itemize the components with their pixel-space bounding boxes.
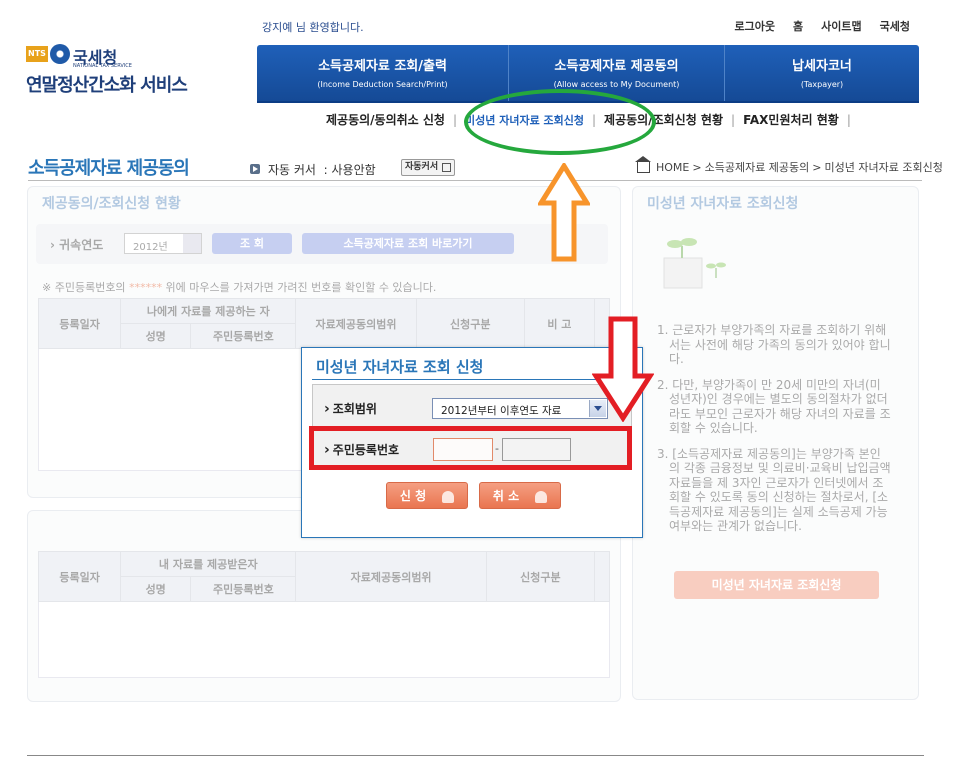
welcome-message: 강지예 님 환영합니다. — [262, 21, 364, 34]
logo-org-english: NATIONAL TAX SERVICE — [73, 63, 132, 69]
col-group: 나에게 자료를 제공하는 자 — [120, 298, 297, 324]
col-type: 신청구분 — [415, 298, 525, 349]
apply-button-label: 신 청 — [399, 489, 427, 503]
year-filter-label: › 귀속연도 — [50, 238, 104, 252]
col-rrn: 주민등록번호 — [190, 576, 297, 602]
subnav-fax[interactable]: FAX민원처리 현황 — [743, 111, 839, 128]
info-item: 2. 다만, 부양가족이 만 20세 미만의 자녀(미성년자)인 경우에는 별도… — [657, 377, 891, 436]
main-nav-subtitle: (Taxpayer) — [800, 80, 844, 89]
info-item: 3. [소득공제자료 제공동의]는 부양가족 본인의 각종 금융정보 및 의료비… — [657, 446, 891, 534]
logo-nts-badge: NTS — [26, 46, 48, 62]
cancel-button[interactable]: 취 소 — [479, 482, 561, 509]
info-list: 1. 근로자가 부양가족의 자료를 조회하기 위해서는 사전에 해당 가족의 동… — [657, 323, 891, 545]
auto-cursor-button-label: 자동커서 — [405, 162, 439, 172]
home-icon — [635, 155, 651, 173]
col-scope: 자료제공동의범위 — [295, 298, 417, 349]
status-panel-title: 제공동의/조회신청 현황 — [42, 196, 181, 212]
notice-stars: ****** — [129, 281, 163, 294]
search-button[interactable]: 조 회 — [212, 233, 292, 254]
year-filter-label-text: 귀속연도 — [59, 238, 104, 252]
bullet-icon — [250, 164, 260, 174]
highlight-box — [309, 426, 632, 470]
scope-select[interactable]: 2012년부터 이후연도 자료 — [432, 398, 608, 419]
breadcrumb-home[interactable]: HOME — [656, 161, 689, 174]
sitemap-link[interactable]: 사이트맵 — [821, 18, 861, 34]
col-name: 성명 — [120, 323, 192, 349]
home-link[interactable]: 홈 — [793, 18, 803, 34]
subnav-separator: | — [846, 112, 851, 127]
footer-divider — [27, 755, 924, 756]
scope-label: 조회범위 — [324, 400, 377, 417]
arrow-down-annotation-icon — [592, 316, 654, 422]
arrow-up-annotation-icon — [538, 163, 590, 262]
logo[interactable]: NTS 국세청 NATIONAL TAX SERVICE 연말정산간소화 서비스 — [26, 44, 216, 96]
breadcrumb-current: 미성년 자녀자료 조회신청 — [824, 161, 943, 174]
auto-cursor-value: 사용안함 — [331, 163, 376, 177]
breadcrumb-consent[interactable]: 소득공제자료 제공동의 — [705, 159, 810, 175]
auto-cursor-button[interactable]: 자동커서 — [401, 159, 455, 176]
main-nav-taxpayer[interactable]: 납세자코너 (Taxpayer) — [725, 45, 919, 101]
col-scope: 자료제공동의범위 — [295, 551, 487, 602]
title-divider — [28, 180, 922, 181]
minor-child-request-button[interactable]: 미성년 자녀자료 조회신청 — [674, 571, 879, 599]
main-nav-subtitle: (Allow access to My Document) — [553, 80, 680, 89]
subnav-separator: | — [452, 112, 458, 127]
col-scroll — [593, 551, 611, 602]
sprout-icon — [663, 238, 726, 289]
col-group: 내 자료를 제공받은자 — [120, 551, 297, 577]
masking-notice: ※ 주민등록번호의 ****** 위에 마우스를 가져가면 가려진 번호를 확인… — [42, 279, 436, 295]
chevron-down-icon — [183, 234, 201, 253]
main-nav-subtitle: (Income Deduction Search/Print) — [317, 80, 448, 89]
person-icon — [442, 490, 455, 503]
notice-suffix: 위에 마우스를 가져가면 가려진 번호를 확인할 수 있습니다. — [162, 281, 437, 294]
popup-icon — [442, 163, 451, 172]
col-date: 등록일자 — [37, 551, 122, 602]
main-nav-title: 납세자코너 — [792, 59, 852, 74]
logo-service-name: 연말정산간소화 서비스 — [26, 75, 188, 96]
year-select-value: 2012년 — [133, 242, 168, 253]
recipient-table: 등록일자 내 자료를 제공받은자 자료제공동의범위 신청구분 성명 주민등록번호 — [37, 551, 611, 678]
cancel-button-label: 취 소 — [492, 489, 520, 503]
breadcrumb: HOME > 소득공제자료 제공동의 > 미성년 자녀자료 조회신청 — [635, 155, 943, 175]
col-rrn: 주민등록번호 — [190, 323, 297, 349]
dialog-title: 미성년 자녀자료 조회 신청 — [316, 358, 484, 376]
page-title: 소득공제자료 제공동의 — [28, 158, 190, 179]
year-select[interactable]: 2012년 — [124, 233, 202, 254]
col-note: 비 고 — [523, 298, 595, 349]
main-nav-search-print[interactable]: 소득공제자료 조회/출력 (Income Deduction Search/Pr… — [257, 45, 509, 101]
table-body-empty — [38, 601, 610, 678]
logout-link[interactable]: 로그아웃 — [735, 18, 775, 34]
subnav-consent-cancel[interactable]: 제공동의/동의취소 신청 — [326, 111, 445, 128]
top-links: 로그아웃 홈 사이트맵 국세청 — [735, 18, 910, 34]
info-panel-title: 미성년 자녀자료 조회신청 — [647, 196, 799, 212]
person-x-icon — [535, 490, 548, 503]
col-date: 등록일자 — [37, 298, 122, 349]
notice-prefix: ※ 주민등록번호의 — [42, 281, 130, 294]
auto-cursor-status: 자동 커서 : 사용안함 — [268, 163, 376, 177]
info-item: 1. 근로자가 부양가족의 자료를 조회하기 위해서는 사전에 해당 가족의 동… — [657, 323, 891, 366]
scope-select-value: 2012년부터 이후연도 자료 — [441, 405, 562, 417]
main-nav-title: 소득공제자료 제공동의 — [554, 59, 679, 74]
main-nav-title: 소득공제자료 조회/출력 — [318, 59, 447, 74]
auto-cursor-label: 자동 커서 — [268, 163, 316, 177]
highlight-oval — [464, 89, 656, 155]
logo-emblem-icon — [50, 44, 70, 64]
shortcut-button[interactable]: 소득공제자료 조회 바로가기 — [302, 233, 514, 254]
dialog-title-divider — [312, 379, 632, 380]
col-type: 신청구분 — [485, 551, 595, 602]
year-filter: › 귀속연도 2012년 조 회 소득공제자료 조회 바로가기 — [36, 224, 608, 264]
col-name: 성명 — [120, 576, 192, 602]
subnav-separator: | — [731, 112, 736, 127]
nts-link[interactable]: 국세청 — [880, 18, 910, 34]
apply-button[interactable]: 신 청 — [386, 482, 468, 509]
